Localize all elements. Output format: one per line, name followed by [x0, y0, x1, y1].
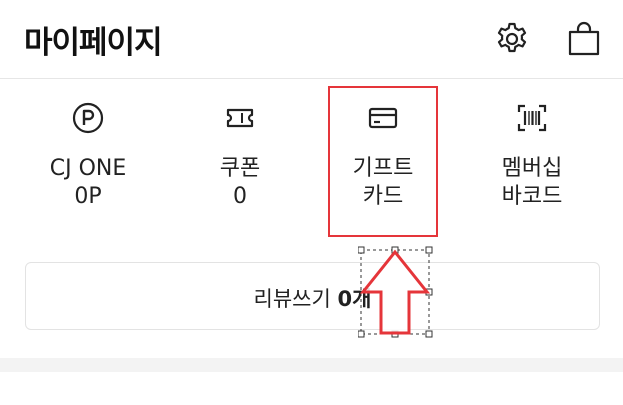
section-divider	[0, 358, 623, 372]
gift-card-highlight-box	[328, 86, 438, 237]
coupon-icon	[220, 98, 260, 138]
review-text: 리뷰쓰기 0개	[26, 283, 599, 313]
page-title: 마이페이지	[24, 25, 163, 61]
quick-menu: CJ ONE 0P 쿠폰 0 기프트 카드 멤버십 바코드	[0, 80, 623, 250]
menu-label: 쿠폰 0	[219, 156, 261, 209]
menu-label: CJ ONE 0P	[49, 156, 127, 209]
barcode-icon	[512, 98, 552, 138]
menu-item-membership-barcode[interactable]: 멤버십 바코드	[457, 80, 607, 250]
menu-label: 멤버십 바코드	[501, 156, 563, 209]
menu-item-cj-one[interactable]: CJ ONE 0P	[13, 80, 163, 250]
cj-one-point-icon	[68, 98, 108, 138]
page-header: 마이페이지	[0, 0, 623, 79]
review-label: 리뷰쓰기	[253, 287, 331, 311]
menu-item-coupon[interactable]: 쿠폰 0	[165, 80, 315, 250]
shopping-bag-icon[interactable]	[565, 20, 603, 58]
up-arrow-annotation	[358, 246, 434, 338]
write-review-button[interactable]: 리뷰쓰기 0개	[25, 262, 600, 330]
gear-icon[interactable]	[493, 20, 531, 58]
